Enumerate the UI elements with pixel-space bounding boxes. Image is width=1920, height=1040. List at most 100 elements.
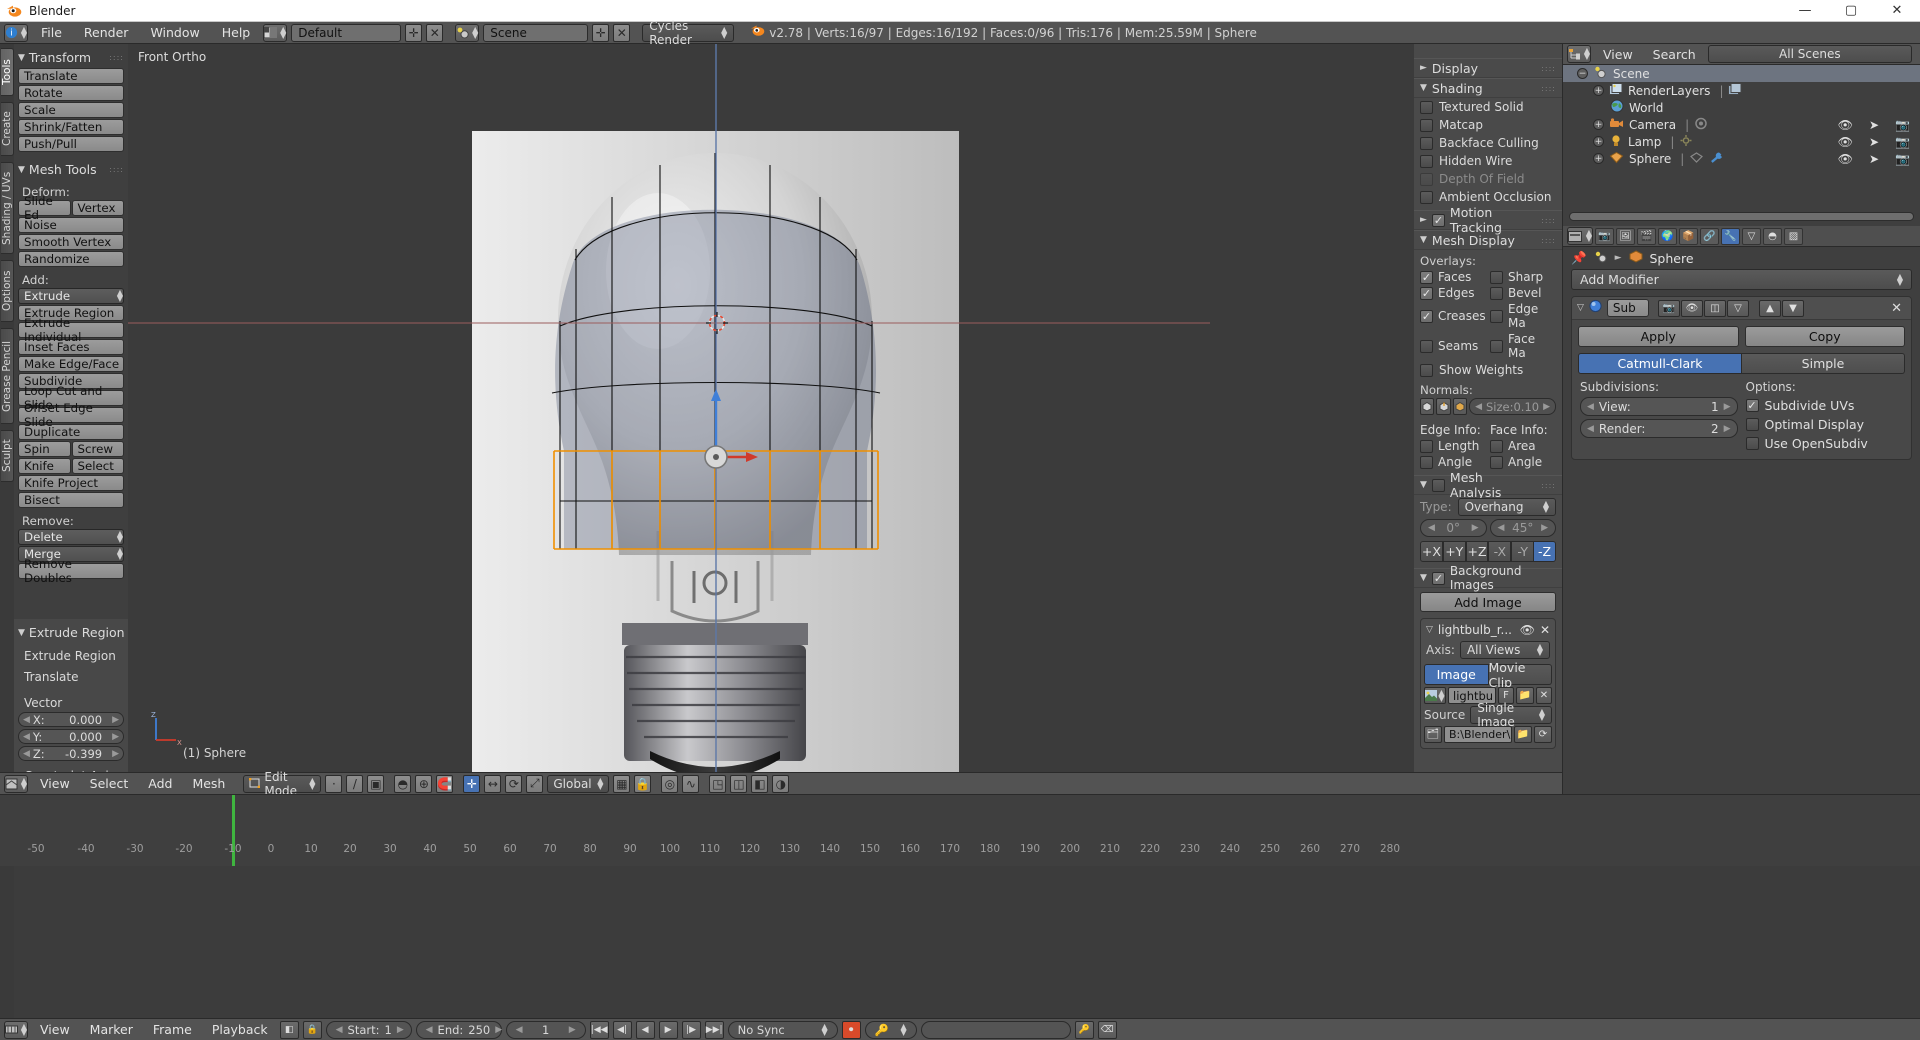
decrement-arrow-icon[interactable]: ◀ — [23, 715, 30, 725]
optimal-display-checkbox[interactable] — [1746, 418, 1759, 431]
tool-slide-vertex[interactable]: Vertex — [72, 200, 125, 216]
axis-toggle-minus-z[interactable]: -Z — [1534, 541, 1556, 562]
play-reverse-button[interactable]: ◀ — [636, 1021, 655, 1039]
transform-manipulator[interactable] — [688, 379, 768, 473]
use-preview-range-button[interactable]: ◧ — [280, 1021, 299, 1039]
modifier-name-field[interactable]: Sub — [1607, 299, 1649, 317]
seams-checkbox[interactable] — [1420, 340, 1433, 353]
properties-tab-texture[interactable]: ▨ — [1784, 228, 1803, 245]
decrement-arrow-icon[interactable]: ◀ — [336, 1025, 343, 1035]
increment-arrow-icon[interactable]: ▶ — [1724, 424, 1731, 434]
image-filepath-field[interactable]: B:\Blender\... — [1444, 726, 1512, 743]
tool-bisect[interactable]: Bisect — [18, 492, 124, 508]
manipulator-scale-button[interactable]: ⤢ — [526, 775, 543, 793]
modifier-move-up-button[interactable]: ▲ — [1759, 300, 1781, 317]
tool-delete-dropdown[interactable]: Delete ▲▼ — [18, 529, 124, 545]
edges-checkbox[interactable] — [1420, 287, 1433, 300]
background-axis-select[interactable]: All Views ▲▼ — [1460, 641, 1550, 659]
normals-size-field[interactable]: ◀ Size: 0.10 ▶ — [1469, 398, 1556, 415]
expand-icon[interactable]: + — [1593, 153, 1604, 164]
outliner-menu-view[interactable]: View — [1595, 47, 1641, 62]
next-keyframe-button[interactable]: |▶ — [682, 1021, 701, 1039]
keying-set-select[interactable]: 🔑 ▲▼ — [865, 1021, 917, 1039]
analysis-min-angle-field[interactable]: ◀ 0° ▶ — [1420, 519, 1487, 537]
3d-viewport[interactable]: Front Ortho — [128, 44, 1562, 772]
split-normals-toggle[interactable] — [1436, 398, 1450, 415]
menu-file[interactable]: File — [32, 23, 71, 43]
textured-solid-checkbox[interactable] — [1420, 101, 1433, 114]
backface-culling-checkbox[interactable] — [1420, 137, 1433, 150]
properties-tab-world[interactable]: 🌍 — [1658, 228, 1677, 245]
manipulator-translate-button[interactable]: ↔ — [484, 775, 501, 793]
frame-start-field[interactable]: ◀ Start: 1 ▶ — [326, 1021, 412, 1039]
modifier-delete-button[interactable]: ✕ — [1891, 301, 1902, 316]
decrement-arrow-icon[interactable]: ◀ — [23, 749, 30, 759]
properties-tab-constraints[interactable]: 🔗 — [1700, 228, 1719, 245]
panel-header-transform[interactable]: ▼ Transform :::: — [18, 48, 124, 67]
outliner-row-renderlayers[interactable]: + RenderLayers | — [1563, 82, 1920, 99]
snap-magnet-toggle[interactable]: 🧲 — [436, 775, 453, 793]
tool-extrude-individual[interactable]: Extrude Individual — [18, 322, 124, 338]
jump-to-start-button[interactable]: |◀◀ — [590, 1021, 609, 1039]
modifier-wrench-icon[interactable] — [1709, 151, 1724, 167]
properties-tab-modifiers[interactable]: 🔧 — [1721, 228, 1740, 245]
tool-translate[interactable]: Translate — [18, 68, 124, 84]
scene-select[interactable]: Scene — [483, 24, 588, 42]
edge-angle-checkbox[interactable] — [1420, 456, 1433, 469]
timeline-menu-frame[interactable]: Frame — [145, 1022, 200, 1037]
sharp-checkbox[interactable] — [1490, 271, 1503, 284]
subdivisions-render-field[interactable]: ◀ Render: 2 ▶ — [1580, 419, 1738, 438]
increment-arrow-icon[interactable]: ▶ — [397, 1025, 404, 1035]
lock-time-to-other-windows-button[interactable]: 🔒 — [303, 1021, 322, 1039]
delete-keyframe-button[interactable]: ⌫ — [1098, 1021, 1117, 1039]
pin-icon[interactable]: 📌 — [1571, 250, 1587, 266]
editor-type-properties-icon[interactable]: ▲▼ — [1567, 227, 1593, 245]
shading-option-textured-solid[interactable]: Textured Solid — [1414, 98, 1562, 116]
tool-smooth-vertex[interactable]: Smooth Vertex — [18, 234, 124, 250]
properties-tab-material[interactable]: ◓ — [1763, 228, 1782, 245]
camera-renderable-icon[interactable]: 📷 — [1895, 118, 1910, 132]
timeline-menu-view[interactable]: View — [32, 1022, 78, 1037]
close-button[interactable]: ✕ — [1874, 0, 1920, 21]
use-opensubdiv-checkbox[interactable] — [1746, 437, 1759, 450]
matcap-checkbox[interactable] — [1420, 119, 1433, 132]
lamp-selectable-cursor-icon[interactable]: ➤ — [1869, 135, 1879, 149]
tool-extrude-dropdown[interactable]: Extrude ▲▼ — [18, 288, 124, 304]
outliner-row-scene[interactable]: − Scene — [1563, 65, 1920, 82]
editor-type-3dview-icon[interactable]: ▲▼ — [4, 775, 28, 793]
manipulator-rotate-button[interactable]: ⟳ — [505, 775, 522, 793]
decrement-arrow-icon[interactable]: ◀ — [516, 1025, 523, 1035]
modifier-render-visibility-toggle[interactable]: 📷 — [1658, 300, 1680, 317]
camera-visibility-eye-icon[interactable]: 👁 — [1838, 118, 1853, 132]
add-modifier-button[interactable]: Add Modifier ▲▼ — [1571, 269, 1912, 290]
decrement-arrow-icon[interactable]: ◀ — [23, 732, 30, 742]
viewmenu-view[interactable]: View — [32, 776, 78, 791]
option-use-opensubdiv[interactable]: Use OpenSubdiv — [1746, 436, 1904, 451]
proportional-edit-select[interactable]: ◎ — [661, 775, 678, 793]
interaction-mode-select[interactable]: Edit Mode ▲▼ — [243, 775, 321, 793]
add-screen-layout-button[interactable]: ✛ — [405, 24, 422, 42]
jump-to-end-button[interactable]: ▶▶| — [705, 1021, 724, 1039]
vector-y-field[interactable]: ◀ Y: 0.000 ▶ — [18, 729, 124, 744]
menu-render[interactable]: Render — [75, 23, 138, 43]
properties-tab-scene[interactable]: 🎬 — [1637, 228, 1656, 245]
tool-knife[interactable]: Knife — [18, 458, 71, 474]
sphere-visibility-eye-icon[interactable]: 👁 — [1838, 152, 1853, 166]
hidden-wire-checkbox[interactable] — [1420, 155, 1433, 168]
panel-header-shading[interactable]: ▼ Shading :::: — [1414, 78, 1562, 98]
viewport-shading-select[interactable]: ◓ — [394, 775, 411, 793]
editor-type-info-icon[interactable]: i ▲▼ — [4, 24, 28, 42]
expand-icon[interactable]: + — [1593, 136, 1604, 147]
properties-tab-object-data[interactable]: ▽ — [1742, 228, 1761, 245]
properties-tab-render[interactable]: 📷 — [1595, 228, 1614, 245]
occlude-geometry-button[interactable]: ◫ — [730, 775, 747, 793]
tool-offset-edge-slide[interactable]: Offset Edge Slide — [18, 407, 124, 423]
overlay-edge-marks[interactable]: Edge Ma — [1490, 302, 1556, 330]
shading-option-hidden-wire[interactable]: Hidden Wire — [1414, 152, 1562, 170]
face-select-mode-button[interactable]: ▣ — [367, 775, 384, 793]
lamp-renderable-icon[interactable]: 📷 — [1895, 135, 1910, 149]
ambient-occlusion-checkbox[interactable] — [1420, 191, 1433, 204]
insert-keyframe-button[interactable]: 🔑 — [1075, 1021, 1094, 1039]
algorithm-catmull-clark[interactable]: Catmull-Clark — [1578, 353, 1742, 374]
increment-arrow-icon[interactable]: ▶ — [1724, 402, 1731, 412]
